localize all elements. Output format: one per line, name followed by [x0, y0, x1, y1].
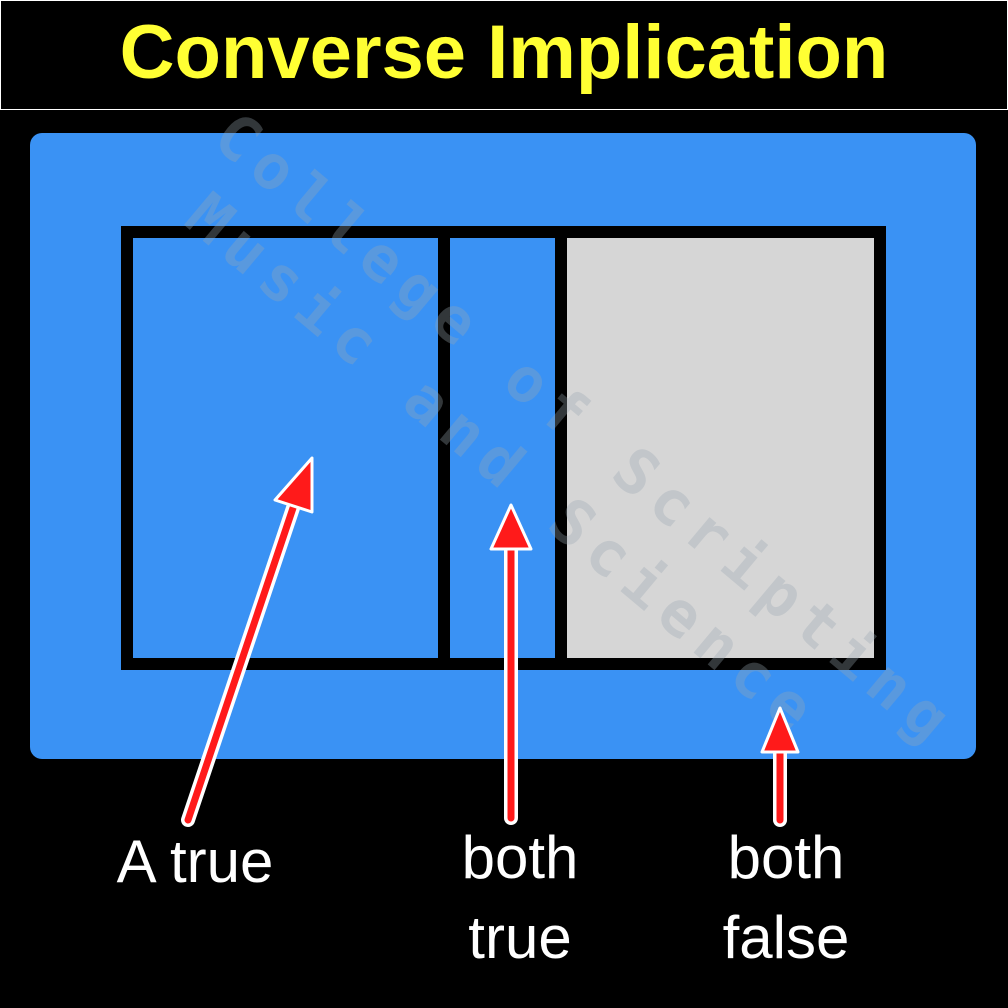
label-both-false-line2: false [722, 904, 850, 971]
label-both-false: both false [686, 818, 886, 978]
label-a-true: A true [95, 822, 295, 902]
label-both-true: both true [420, 818, 620, 978]
label-a-true-text: A true [116, 828, 274, 895]
label-both-true-line2: true [468, 904, 572, 971]
label-both-false-line1: both [727, 824, 845, 891]
label-both-true-line1: both [461, 824, 579, 891]
